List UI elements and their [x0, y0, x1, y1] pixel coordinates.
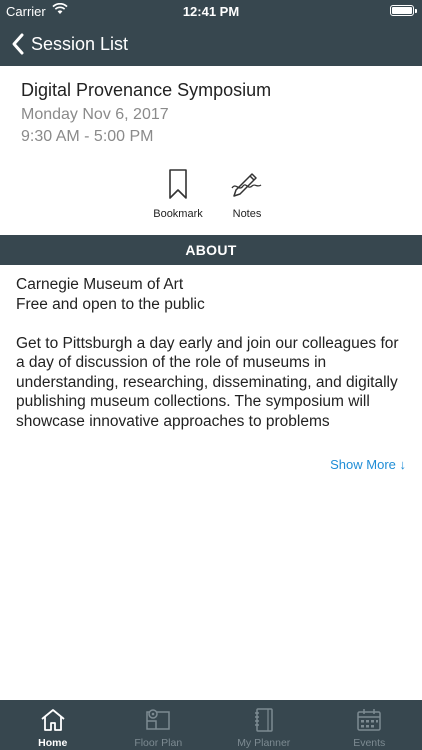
about-admission: Free and open to the public [16, 295, 205, 313]
back-button[interactable]: Session List [10, 30, 128, 58]
planner-icon [254, 708, 273, 732]
bookmark-label: Bookmark [153, 208, 203, 220]
bookmark-button[interactable]: Bookmark [143, 168, 213, 220]
tab-bar: Home Floor Plan My Planner Events [0, 700, 422, 750]
session-date: Monday Nov 6, 2017 [21, 106, 169, 123]
tab-events-label: Events [353, 737, 386, 749]
session-actions: Bookmark Notes [0, 168, 422, 226]
bookmark-icon [169, 169, 187, 199]
home-icon [41, 709, 65, 731]
notes-button[interactable]: Notes [212, 168, 282, 220]
tab-my-planner-label: My Planner [237, 737, 291, 749]
tab-home[interactable]: Home [0, 700, 106, 750]
session-title: Digital Provenance Symposium [21, 80, 272, 100]
tab-floor-plan-label: Floor Plan [134, 737, 183, 749]
session-time: 9:30 AM - 5:00 PM [21, 128, 154, 145]
back-button-label: Session List [31, 33, 129, 54]
top-bar: Carrier 12:41 PM Session List [0, 0, 422, 66]
chevron-left-icon [12, 33, 24, 55]
battery-icon [390, 5, 417, 16]
about-content: Carnegie Museum of Art Free and open to … [16, 275, 408, 431]
floor-plan-icon [146, 709, 170, 730]
tab-floor-plan[interactable]: Floor Plan [106, 700, 212, 750]
notes-label: Notes [232, 208, 262, 220]
status-bar: Carrier 12:41 PM [0, 0, 422, 22]
show-more-link[interactable]: Show More ↓ [330, 457, 406, 472]
session-header: Digital Provenance Symposium Monday Nov … [21, 78, 401, 148]
tab-my-planner[interactable]: My Planner [211, 700, 317, 750]
about-header: ABOUT [0, 235, 422, 265]
tab-events[interactable]: Events [317, 700, 422, 750]
tab-home-label: Home [38, 737, 68, 749]
notes-pen-icon [231, 173, 262, 197]
about-location: Carnegie Museum of Art [16, 276, 184, 293]
status-time: 12:41 PM [182, 4, 240, 19]
about-description: Get to Pittsburgh a day early and join o… [16, 334, 399, 430]
nav-bar: Session List [0, 22, 422, 66]
calendar-icon [357, 709, 381, 731]
